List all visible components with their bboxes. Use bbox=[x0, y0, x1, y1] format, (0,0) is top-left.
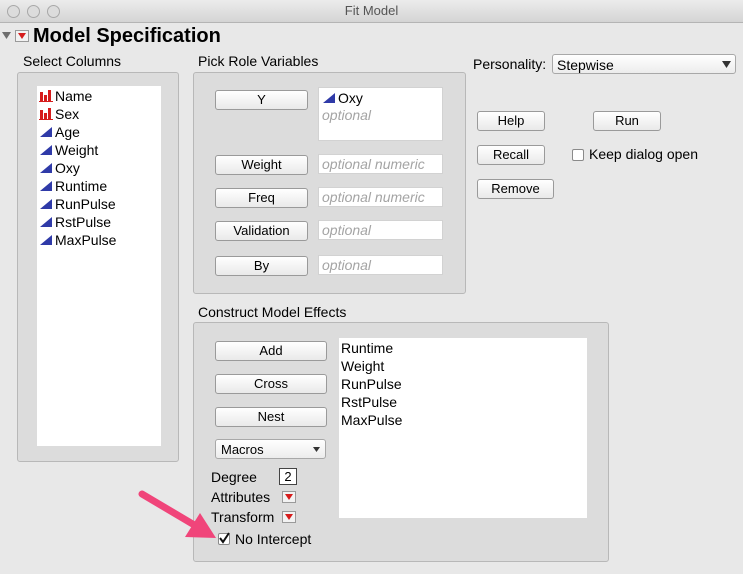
construct-effects-title: Construct Model Effects bbox=[198, 304, 347, 320]
column-item[interactable]: Weight bbox=[37, 141, 161, 159]
y-role-item[interactable]: Oxy bbox=[319, 88, 442, 107]
column-item-label: Age bbox=[55, 124, 80, 140]
column-item-label: Weight bbox=[55, 142, 99, 158]
disclosure-triangle-icon[interactable] bbox=[2, 32, 12, 40]
continuous-triangle-icon bbox=[40, 181, 52, 191]
continuous-triangle-icon bbox=[40, 163, 52, 173]
column-item[interactable]: Age bbox=[37, 123, 161, 141]
chevron-down-icon bbox=[722, 61, 731, 68]
continuous-triangle-icon bbox=[40, 217, 52, 227]
chevron-down-icon bbox=[313, 447, 320, 452]
macros-label: Macros bbox=[221, 442, 264, 457]
keep-dialog-open-label: Keep dialog open bbox=[589, 146, 698, 162]
nominal-bars-icon bbox=[39, 108, 53, 120]
y-role-list[interactable]: Oxy optional bbox=[318, 87, 443, 141]
continuous-triangle-icon bbox=[40, 199, 52, 209]
column-item[interactable]: MaxPulse bbox=[37, 231, 161, 249]
pick-role-title: Pick Role Variables bbox=[198, 53, 319, 69]
model-effect-item[interactable]: Runtime bbox=[341, 339, 587, 357]
column-item-label: RunPulse bbox=[55, 196, 116, 212]
personality-value: Stepwise bbox=[557, 57, 614, 73]
page-title: Model Specification bbox=[33, 25, 221, 47]
degree-input[interactable]: 2 bbox=[279, 468, 297, 485]
y-role-button[interactable]: Y bbox=[215, 90, 308, 110]
transform-menu-button[interactable] bbox=[282, 511, 296, 523]
help-button[interactable]: Help bbox=[477, 111, 545, 131]
cross-button[interactable]: Cross bbox=[215, 374, 327, 394]
column-item-label: Runtime bbox=[55, 178, 108, 194]
weight-role-button[interactable]: Weight bbox=[215, 155, 308, 175]
by-role-button[interactable]: By bbox=[215, 256, 308, 276]
by-role-field[interactable]: optional bbox=[318, 255, 443, 275]
model-effect-item[interactable]: Weight bbox=[341, 357, 587, 375]
column-item[interactable]: Name bbox=[37, 87, 161, 105]
pointer-arrow-icon bbox=[138, 490, 216, 538]
continuous-triangle-icon bbox=[40, 145, 52, 155]
personality-label: Personality: bbox=[473, 56, 547, 72]
freq-role-field[interactable]: optional numeric bbox=[318, 187, 443, 207]
nest-button[interactable]: Nest bbox=[215, 407, 327, 427]
red-triangle-menu-button[interactable] bbox=[15, 30, 29, 42]
column-item-label: RstPulse bbox=[55, 214, 112, 230]
column-item[interactable]: Sex bbox=[37, 105, 161, 123]
window-title: Fit Model bbox=[344, 3, 399, 18]
column-item[interactable]: Oxy bbox=[37, 159, 161, 177]
column-item[interactable]: RstPulse bbox=[37, 213, 161, 231]
column-item-label: Name bbox=[55, 88, 93, 104]
nominal-bars-icon bbox=[39, 90, 53, 102]
select-columns-title: Select Columns bbox=[23, 53, 122, 69]
continuous-triangle-icon bbox=[40, 235, 52, 245]
model-effect-item[interactable]: RstPulse bbox=[341, 393, 587, 411]
model-effects-list[interactable]: Runtime Weight RunPulse RstPulse MaxPulse bbox=[339, 338, 587, 518]
validation-role-field[interactable]: optional bbox=[318, 220, 443, 240]
run-button[interactable]: Run bbox=[593, 111, 661, 131]
macros-select[interactable]: Macros bbox=[215, 439, 326, 459]
add-button[interactable]: Add bbox=[215, 341, 327, 361]
freq-role-button[interactable]: Freq bbox=[215, 188, 308, 208]
column-item-label: MaxPulse bbox=[55, 232, 117, 248]
column-item[interactable]: RunPulse bbox=[37, 195, 161, 213]
model-effect-item[interactable]: MaxPulse bbox=[341, 411, 587, 429]
no-intercept-label: No Intercept bbox=[235, 531, 312, 547]
column-item[interactable]: Runtime bbox=[37, 177, 161, 195]
continuous-triangle-icon bbox=[323, 93, 335, 103]
continuous-triangle-icon bbox=[40, 127, 52, 137]
remove-button[interactable]: Remove bbox=[477, 179, 554, 199]
recall-button[interactable]: Recall bbox=[477, 145, 545, 165]
column-item-label: Sex bbox=[55, 106, 80, 122]
weight-role-field[interactable]: optional numeric bbox=[318, 154, 443, 174]
personality-select[interactable]: Stepwise bbox=[552, 54, 736, 74]
model-effect-item[interactable]: RunPulse bbox=[341, 375, 587, 393]
y-role-value: Oxy bbox=[338, 90, 363, 106]
keep-dialog-open-checkbox[interactable] bbox=[572, 149, 584, 161]
validation-role-button[interactable]: Validation bbox=[215, 221, 308, 241]
column-item-label: Oxy bbox=[55, 160, 80, 176]
attributes-menu-button[interactable] bbox=[282, 491, 296, 503]
y-role-placeholder: optional bbox=[322, 107, 372, 123]
column-list[interactable]: Name Sex Age Weight Oxy Runtime RunPulse RstPul… bbox=[37, 86, 161, 446]
